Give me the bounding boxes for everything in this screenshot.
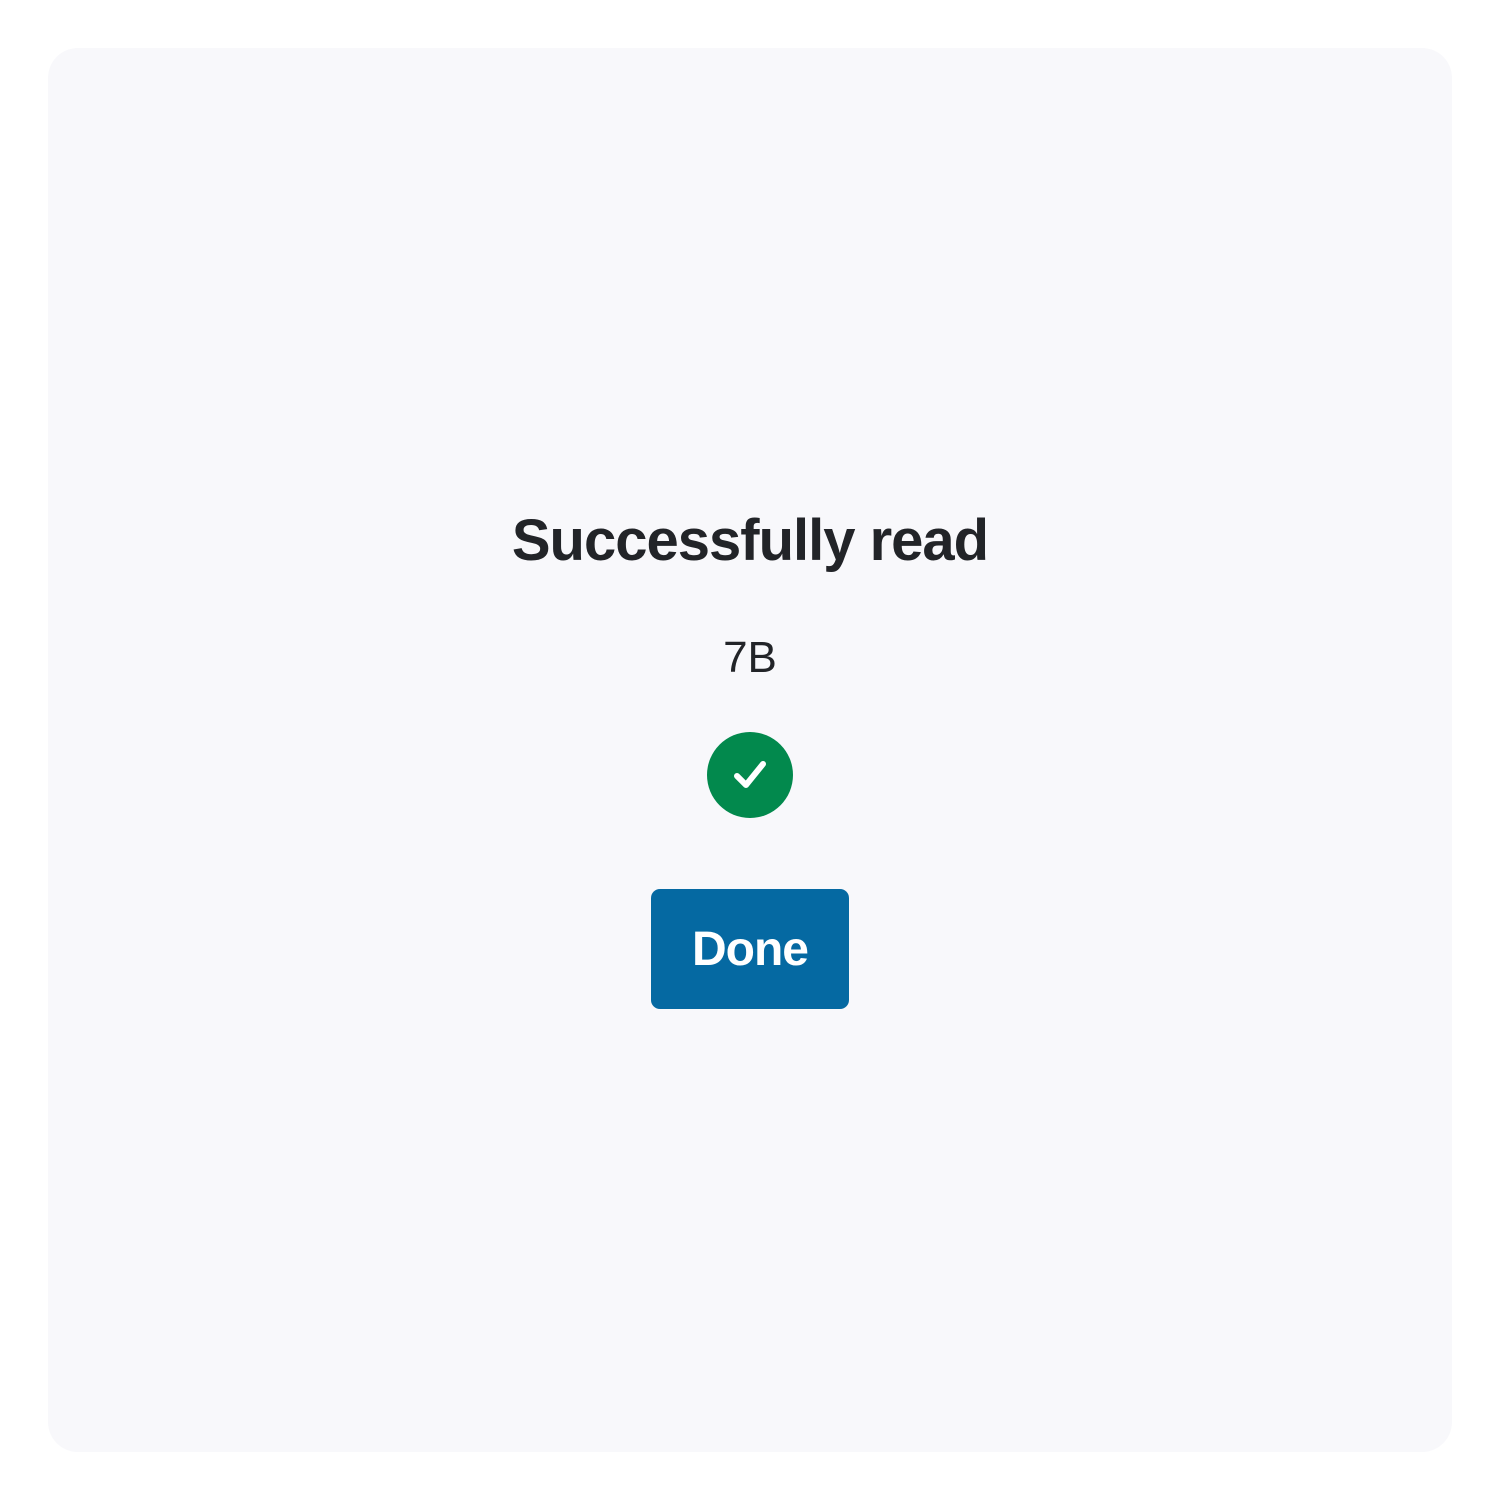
result-title: Successfully read (511, 508, 989, 573)
result-content: Successfully read 7B Done (48, 48, 1452, 1452)
read-size-value: 7B (723, 633, 777, 682)
check-circle-icon (707, 732, 793, 818)
result-panel: Successfully read 7B Done (48, 48, 1452, 1452)
done-button[interactable]: Done (651, 889, 849, 1009)
